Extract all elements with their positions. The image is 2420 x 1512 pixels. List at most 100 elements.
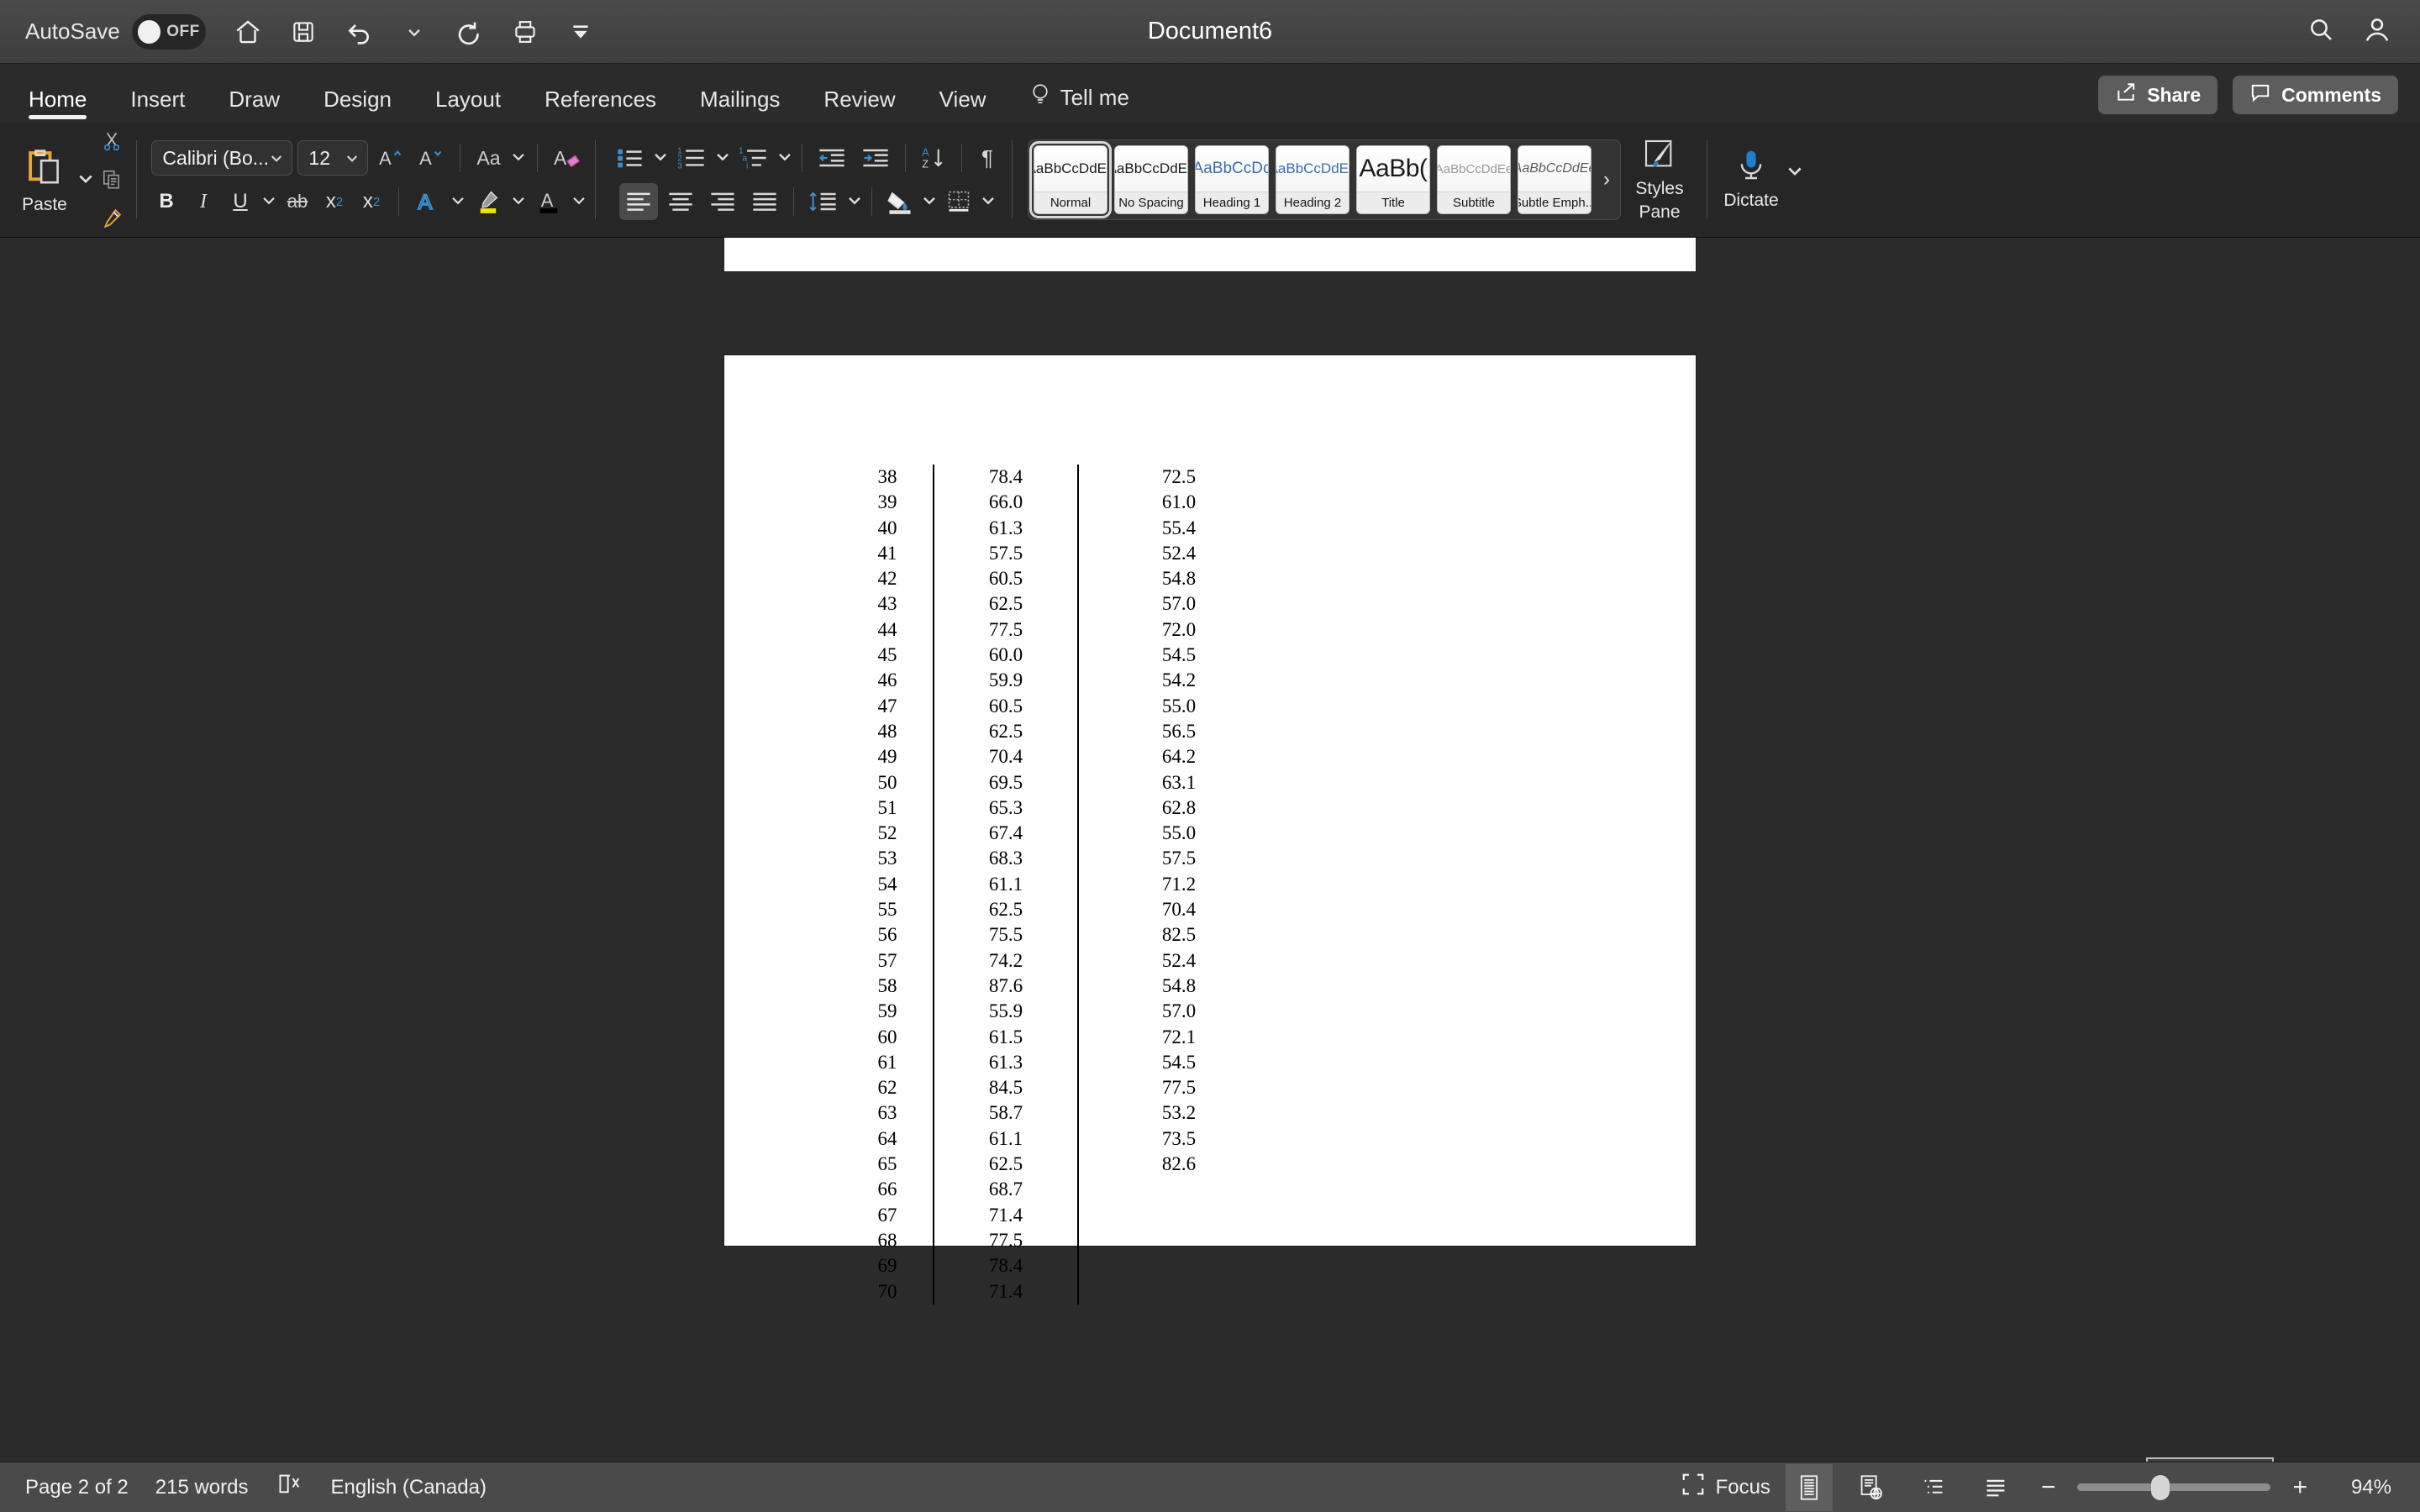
zoom-out-button[interactable]: − bbox=[2034, 1473, 2063, 1502]
styles-pane-button[interactable]: Styles Pane bbox=[1621, 138, 1698, 222]
autosave-control[interactable]: AutoSave OFF bbox=[25, 13, 206, 50]
change-case-dropdown-icon[interactable] bbox=[511, 149, 526, 168]
superscript-button[interactable]: x2 bbox=[355, 183, 387, 220]
zoom-slider-knob[interactable] bbox=[2151, 1474, 2170, 1500]
center-button[interactable] bbox=[661, 183, 700, 220]
align-right-button[interactable] bbox=[703, 183, 742, 220]
style-card-subtitle[interactable]: AaBbCcDdEе Subtitle bbox=[1437, 145, 1511, 214]
tab-view[interactable]: View bbox=[918, 87, 1008, 123]
copy-icon[interactable] bbox=[96, 161, 128, 198]
line-spacing-icon[interactable] bbox=[803, 183, 844, 220]
zoom-in-button[interactable]: + bbox=[2286, 1473, 2314, 1502]
format-painter-icon[interactable] bbox=[96, 200, 128, 237]
strikethrough-button[interactable]: ab bbox=[281, 183, 313, 220]
home-icon[interactable] bbox=[231, 15, 265, 49]
dictate-button[interactable]: Dictate bbox=[1716, 149, 1786, 211]
italic-button[interactable]: I bbox=[187, 183, 219, 220]
outline-view-button[interactable] bbox=[1910, 1464, 1957, 1511]
underline-dropdown-icon[interactable] bbox=[261, 192, 276, 212]
style-card-heading-1[interactable]: AaBbCcDc Heading 1 bbox=[1195, 145, 1269, 214]
multilevel-list-icon[interactable]: 1ai bbox=[734, 139, 774, 176]
increase-indent-icon[interactable] bbox=[855, 139, 896, 176]
tab-mailings[interactable]: Mailings bbox=[678, 87, 802, 123]
style-card-heading-2[interactable]: AaBbCcDdEе Heading 2 bbox=[1276, 145, 1349, 214]
zoom-slider[interactable] bbox=[2077, 1473, 2271, 1502]
change-case-icon[interactable]: Aa bbox=[471, 139, 505, 176]
tab-draw[interactable]: Draw bbox=[207, 87, 302, 123]
shading-dropdown-icon[interactable] bbox=[922, 192, 937, 212]
tab-design[interactable]: Design bbox=[302, 87, 413, 123]
styles-gallery-more-icon[interactable]: › bbox=[1598, 168, 1615, 192]
highlight-color-icon[interactable] bbox=[471, 183, 506, 220]
shrink-font-icon[interactable]: A bbox=[413, 139, 449, 176]
styles-pane-label-2: Pane bbox=[1639, 202, 1681, 222]
undo-dropdown-icon[interactable] bbox=[397, 15, 431, 49]
underline-button[interactable]: U bbox=[224, 183, 256, 220]
highlight-dropdown-icon[interactable] bbox=[511, 192, 526, 212]
bullets-icon[interactable] bbox=[611, 139, 650, 176]
style-card-no-spacing[interactable]: AaBbCcDdEe No Spacing bbox=[1114, 145, 1188, 214]
table-row: 47 60.5 55.0 bbox=[842, 693, 1250, 719]
tab-home[interactable]: Home bbox=[7, 87, 108, 123]
numbering-dropdown-icon[interactable] bbox=[715, 149, 730, 168]
font-name-combo[interactable]: Calibri (Bo... bbox=[151, 140, 293, 176]
text-effects-dropdown-icon[interactable] bbox=[450, 192, 466, 212]
show-formatting-marks-icon[interactable]: ¶ bbox=[971, 139, 1003, 176]
borders-dropdown-icon[interactable] bbox=[981, 192, 996, 212]
save-icon[interactable] bbox=[287, 15, 320, 49]
document-page-current[interactable]: 38 78.4 72.5 39 66.0 61.0 40 61.3 55.4 41 57.5 52.4… bbox=[724, 355, 1696, 1305]
grow-font-icon[interactable]: A bbox=[373, 139, 408, 176]
text-effects-icon[interactable]: A bbox=[410, 183, 445, 220]
focus-button[interactable]: Focus bbox=[1681, 1472, 1770, 1503]
tab-references[interactable]: References bbox=[523, 87, 678, 123]
tab-review[interactable]: Review bbox=[802, 87, 917, 123]
borders-icon[interactable] bbox=[940, 183, 977, 220]
autosave-toggle[interactable]: OFF bbox=[131, 13, 206, 50]
page-status[interactable]: Page 2 of 2 bbox=[25, 1476, 129, 1499]
zoom-level-label[interactable]: 94% bbox=[2329, 1476, 2391, 1499]
font-color-dropdown-icon[interactable] bbox=[571, 192, 587, 212]
clear-formatting-icon[interactable]: A bbox=[549, 139, 586, 176]
line-spacing-dropdown-icon[interactable] bbox=[847, 192, 862, 212]
proofing-errors-icon[interactable] bbox=[276, 1472, 304, 1503]
shading-icon[interactable] bbox=[881, 183, 918, 220]
bold-button[interactable]: B bbox=[150, 183, 182, 220]
tab-insert[interactable]: Insert bbox=[108, 87, 207, 123]
cut-icon[interactable] bbox=[96, 123, 128, 160]
language-status[interactable]: English (Canada) bbox=[331, 1476, 487, 1499]
tab-layout[interactable]: Layout bbox=[413, 87, 523, 123]
align-left-button[interactable] bbox=[618, 183, 658, 220]
font-size-combo[interactable]: 12 bbox=[297, 140, 369, 176]
subscript-button[interactable]: x2 bbox=[318, 183, 350, 220]
style-card-title[interactable]: AaBb( Title bbox=[1356, 145, 1430, 214]
table-gap bbox=[1079, 591, 1107, 617]
style-card-subtle-emphasis[interactable]: AaBbCcDdEe Subtle Emph... bbox=[1518, 145, 1591, 214]
paste-dropdown-icon[interactable] bbox=[77, 170, 94, 191]
account-icon[interactable] bbox=[2363, 15, 2391, 48]
web-layout-view-button[interactable] bbox=[1848, 1464, 1895, 1511]
sort-icon[interactable]: AZ bbox=[915, 139, 952, 176]
multilevel-dropdown-icon[interactable] bbox=[777, 149, 792, 168]
tab-tell-me[interactable]: Tell me bbox=[1008, 83, 1151, 123]
print-icon[interactable] bbox=[508, 15, 542, 49]
style-card-normal[interactable]: AaBbCcDdEe Normal bbox=[1029, 141, 1112, 218]
draft-view-button[interactable] bbox=[1972, 1464, 2019, 1511]
justify-button[interactable] bbox=[745, 183, 784, 220]
comments-button[interactable]: Comments bbox=[2233, 76, 2398, 114]
print-layout-view-button[interactable] bbox=[1785, 1463, 1833, 1511]
document-canvas[interactable]: 38 78.4 72.5 39 66.0 61.0 40 61.3 55.4 41 57.5 52.4… bbox=[0, 238, 2420, 1462]
bullets-dropdown-icon[interactable] bbox=[653, 149, 668, 168]
share-button[interactable]: Share bbox=[2098, 76, 2218, 114]
numbering-icon[interactable]: 123 bbox=[671, 139, 712, 176]
dictate-dropdown-icon[interactable] bbox=[1786, 162, 1803, 183]
table-row: 55 62.5 70.4 bbox=[842, 897, 1250, 923]
word-count[interactable]: 215 words bbox=[155, 1476, 249, 1499]
font-color-icon[interactable]: A bbox=[531, 183, 566, 220]
paste-button[interactable]: Paste bbox=[13, 145, 76, 215]
search-icon[interactable] bbox=[2307, 16, 2334, 47]
decrease-indent-icon[interactable] bbox=[812, 139, 852, 176]
style-preview: AaBbCcDdEe bbox=[1115, 146, 1187, 192]
undo-icon[interactable] bbox=[342, 15, 376, 49]
redo-icon[interactable] bbox=[453, 15, 487, 49]
customize-toolbar-icon[interactable] bbox=[564, 15, 597, 49]
